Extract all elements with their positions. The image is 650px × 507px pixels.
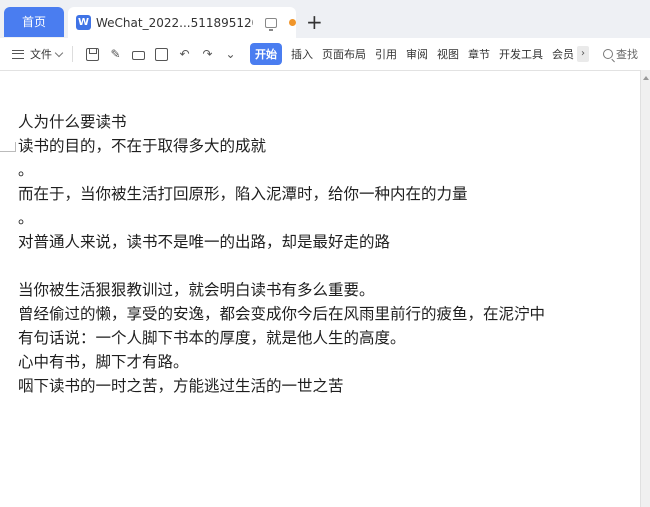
document-line: 心中有书，脚下才有路。	[18, 353, 189, 371]
document-line: 咽下读书的一时之苦，方能逃过生活的一世之苦	[18, 377, 344, 395]
scroll-up-arrow-icon[interactable]	[643, 76, 649, 80]
ribbon-tab-member[interactable]: 会员	[552, 46, 574, 62]
page-margin-corner-mark	[0, 142, 16, 152]
search-label[interactable]: 查找	[616, 46, 638, 62]
menu-icon[interactable]	[12, 49, 24, 59]
document-tab-title: WeChat_2022...511895120zh	[96, 15, 253, 30]
document-page[interactable]: 人为什么要读书 读书的目的，不在于取得多大的成就 。 而在于，当你被生活打回原形…	[0, 71, 640, 507]
document-line: 有句话说：一个人脚下书本的厚度，就是他人生的高度。	[18, 329, 406, 347]
monitor-icon[interactable]	[265, 17, 278, 31]
print-preview-icon[interactable]	[155, 47, 168, 61]
document-line: 。	[18, 209, 34, 227]
save-icon[interactable]	[86, 47, 99, 61]
tab-bar: 首页 W WeChat_2022...511895120zh +	[0, 0, 650, 38]
document-line: 读书的目的，不在于取得多大的成就	[18, 137, 267, 155]
document-line: 曾经偷过的懒，享受的安逸，都会变成你今后在风雨里前行的疲鱼，在泥泞中	[18, 305, 546, 323]
writer-doc-icon: W	[76, 15, 91, 30]
document-line: 人为什么要读书	[18, 113, 127, 131]
document-line: 。	[18, 161, 34, 179]
ribbon-tab-view[interactable]: 视图	[437, 46, 459, 62]
undo-icon[interactable]: ↶	[178, 47, 191, 61]
toolbar: 文件 ✎ ↶ ↷ ⌄ 开始 插入 页面布局 引用 审阅 视图 章节 开发工具 会…	[0, 38, 650, 70]
ribbon-more-chevron-icon[interactable]: ›	[577, 46, 589, 62]
document-body[interactable]: 人为什么要读书 读书的目的，不在于取得多大的成就 。 而在于，当你被生活打回原形…	[18, 110, 640, 398]
ribbon-tab-start[interactable]: 开始	[250, 43, 282, 65]
document-line: 而在于，当你被生活打回原形，陷入泥潭时，给你一种内在的力量	[18, 185, 468, 203]
ribbon-tab-insert[interactable]: 插入	[291, 46, 313, 62]
ribbon-tab-sections[interactable]: 章节	[468, 46, 490, 62]
redo-icon[interactable]: ↷	[201, 47, 214, 61]
toolbar-divider	[72, 46, 73, 62]
chevron-down-icon[interactable]	[54, 48, 64, 57]
file-menu[interactable]: 文件	[30, 46, 52, 62]
printer-icon[interactable]	[132, 50, 145, 60]
customize-chevron-icon[interactable]: ⌄	[224, 47, 237, 61]
search-icon[interactable]	[603, 49, 613, 59]
ribbon-tab-developer[interactable]: 开发工具	[499, 46, 543, 62]
format-painter-icon[interactable]: ✎	[109, 47, 122, 61]
document-line: 对普通人来说，读书不是唯一的出路，却是最好走的路	[18, 233, 391, 251]
ribbon-tab-references[interactable]: 引用	[375, 46, 397, 62]
ribbon-tab-page-layout[interactable]: 页面布局	[322, 46, 366, 62]
new-tab-plus-icon[interactable]: +	[306, 10, 323, 34]
ribbon-tab-review[interactable]: 审阅	[406, 46, 428, 62]
tab-document[interactable]: W WeChat_2022...511895120zh	[68, 7, 296, 38]
document-line: 当你被生活狠狠教训过，就会明白读书有多么重要。	[18, 281, 375, 299]
unsaved-dot-icon	[289, 19, 296, 26]
tab-home[interactable]: 首页	[4, 7, 64, 37]
vertical-scrollbar[interactable]	[640, 70, 650, 507]
